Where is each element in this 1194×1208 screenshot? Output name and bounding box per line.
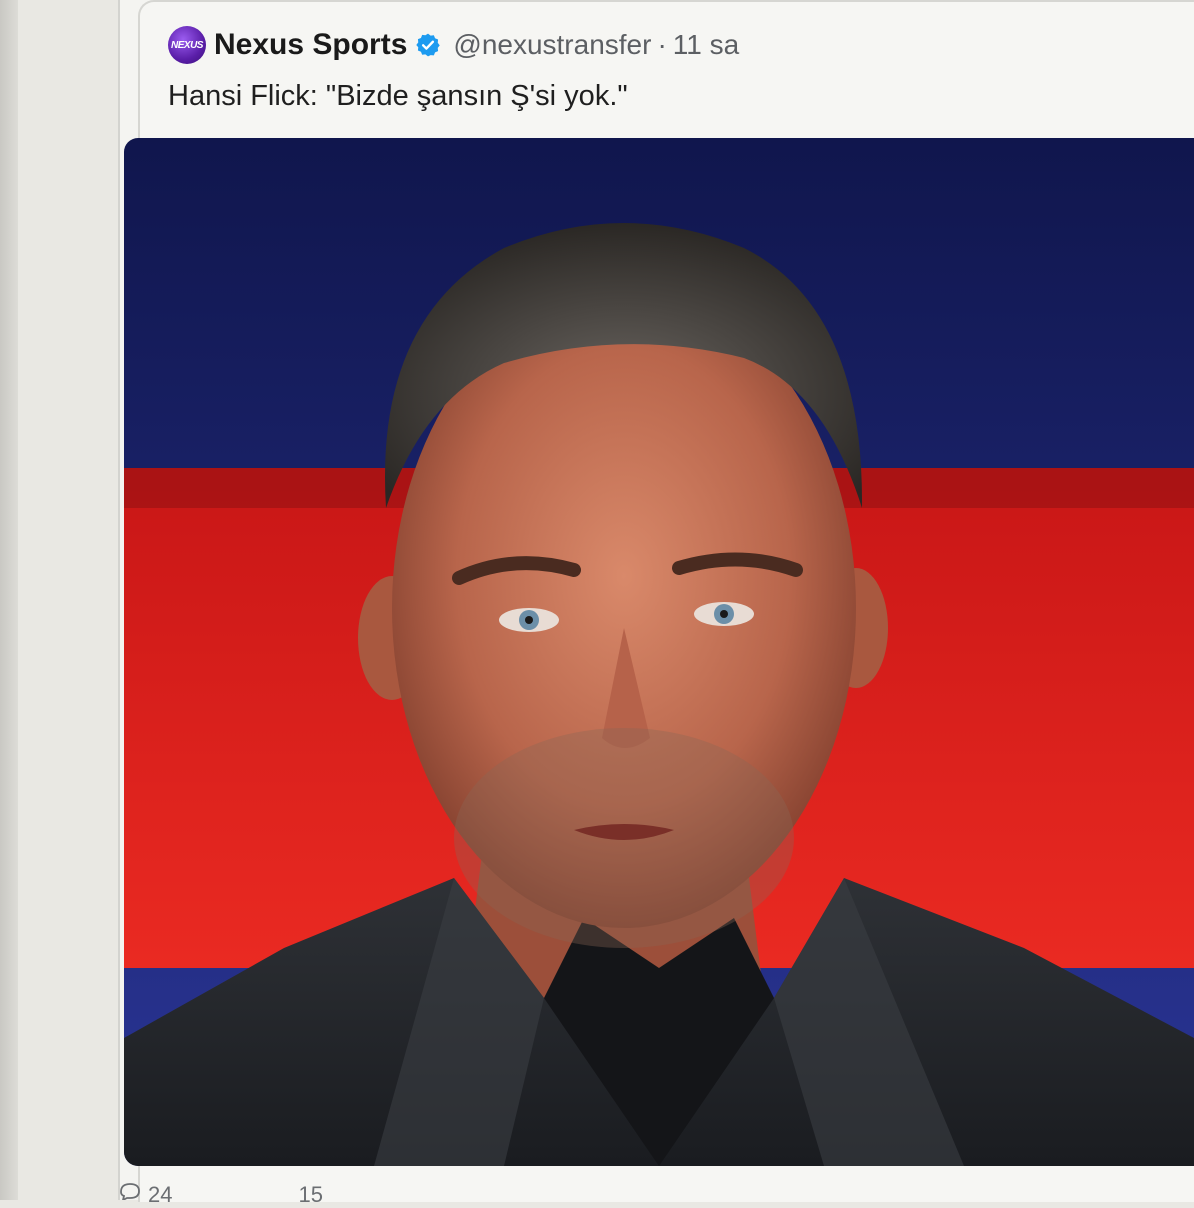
avatar[interactable]: NEXUS [168, 26, 206, 64]
display-name[interactable]: Nexus Sports [214, 28, 407, 62]
reply-count: 24 [148, 1182, 173, 1207]
user-handle[interactable]: @nexustransfer [453, 29, 651, 61]
avatar-logo-text: NEXUS [171, 39, 203, 51]
portrait-illustration [124, 138, 1194, 1166]
monitor-bezel-edge [0, 0, 18, 1200]
tweet-header: NEXUS Nexus Sports @nexustransfer · 11 s… [168, 22, 739, 68]
tweet-text: Hansi Flick: "Bizde şansın Ş'si yok." [168, 80, 628, 112]
tweet-photo[interactable] [124, 138, 1194, 1166]
tweet-timestamp[interactable]: 11 sa [673, 29, 739, 61]
reply-icon[interactable] [118, 1182, 142, 1200]
verified-badge-icon [416, 33, 441, 57]
retweet-count: 15 [298, 1182, 323, 1207]
separator-dot: · [657, 29, 667, 60]
action-bar: 24 15 [118, 1182, 518, 1207]
